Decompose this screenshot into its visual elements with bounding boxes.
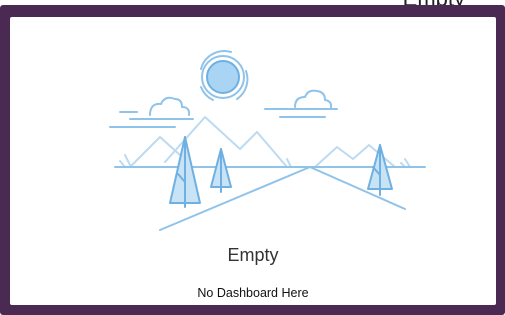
dashboard-frame: Empty No Dashboard Here: [0, 5, 505, 315]
cloud-icon: [109, 96, 194, 128]
empty-state-message: No Dashboard Here: [197, 286, 309, 300]
tree-icon: [210, 148, 232, 193]
tree-icon: [367, 144, 393, 196]
landscape-illustration: [109, 50, 426, 231]
cloud-icon: [264, 89, 338, 118]
mountains-icon: [119, 116, 411, 168]
sun-icon: [200, 50, 249, 101]
empty-state-card: Empty No Dashboard Here: [10, 17, 496, 305]
empty-state-title: Empty: [227, 245, 279, 265]
tree-icon: [169, 136, 201, 208]
